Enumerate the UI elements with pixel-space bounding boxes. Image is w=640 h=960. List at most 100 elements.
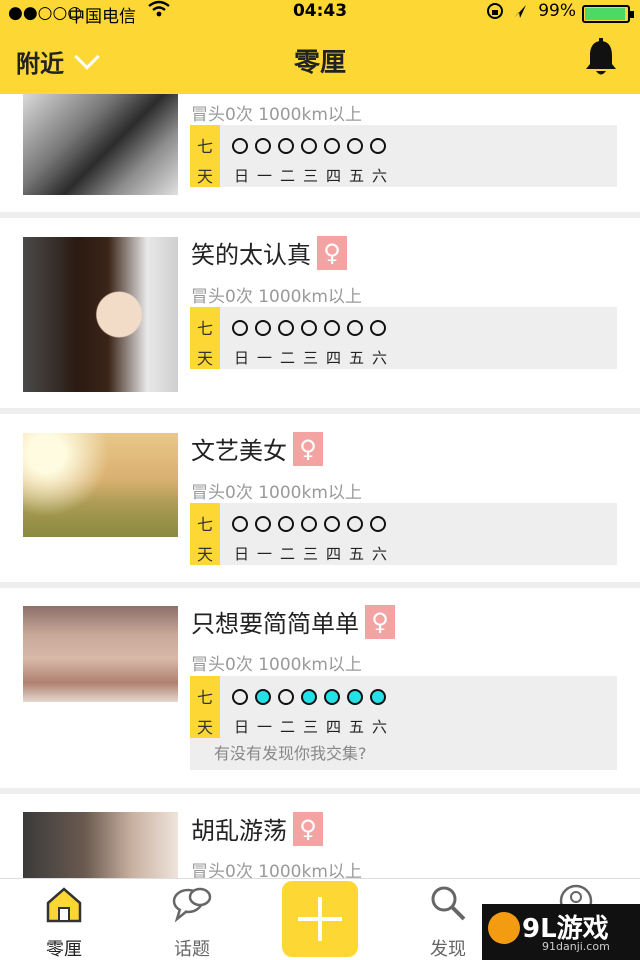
week-activity: 七天 日一二三四五六 xyxy=(190,503,617,565)
inactive-day-dot xyxy=(347,516,363,532)
female-icon: ♀ xyxy=(293,811,323,846)
active-day-dot xyxy=(255,689,271,705)
weekday-label: 二 xyxy=(280,349,296,367)
profile-meta: 冒头0次 1000km以上 xyxy=(191,655,362,675)
profile-meta: 冒头0次 1000km以上 xyxy=(191,483,362,503)
inactive-day-dot xyxy=(370,138,386,154)
header: ●●○○○ 中国电信 04:43 99% 附近 零厘 xyxy=(0,0,640,94)
weekday-label: 四 xyxy=(326,545,342,563)
week-activity: 七天 日一二三四五六 xyxy=(190,125,617,187)
profile-photo[interactable] xyxy=(23,606,178,702)
profile-photo[interactable] xyxy=(23,433,178,537)
weekday-label: 六 xyxy=(372,545,388,563)
weekday-label: 一 xyxy=(257,545,273,563)
weekday-label: 三 xyxy=(303,167,319,185)
profile-name: 胡乱游荡 xyxy=(191,817,287,845)
profile-card[interactable]: 文艺美女 ♀ 冒头0次 1000km以上 七天 日一二三四五六 xyxy=(0,414,640,582)
weekday-label: 二 xyxy=(280,167,296,185)
weekday-label: 五 xyxy=(349,545,365,563)
weekday-label: 四 xyxy=(326,167,342,185)
weekday-labels: 日一二三四五六 xyxy=(234,543,388,564)
inactive-day-dot xyxy=(301,516,317,532)
tab-home[interactable]: 零厘 xyxy=(14,879,114,960)
inactive-day-dot xyxy=(232,138,248,154)
seven-day-tag: 七天 xyxy=(190,125,220,187)
weekday-label: 日 xyxy=(234,545,250,563)
home-icon xyxy=(44,883,84,927)
weekday-label: 二 xyxy=(280,545,296,563)
watermark-logo-icon xyxy=(488,912,520,944)
inactive-day-dot xyxy=(232,320,248,336)
active-day-dot xyxy=(370,689,386,705)
inactive-day-dot xyxy=(324,516,340,532)
inactive-day-dot xyxy=(278,138,294,154)
weekday-label: 日 xyxy=(234,167,250,185)
weekday-labels: 日一二三四五六 xyxy=(234,165,387,186)
plus-icon[interactable] xyxy=(282,881,358,957)
seven-day-tag: 七天 xyxy=(190,307,220,369)
profile-meta: 冒头0次 1000km以上 xyxy=(191,287,362,307)
profile-photo[interactable] xyxy=(23,812,178,878)
inactive-day-dot xyxy=(347,138,363,154)
week-activity: 七天 日一二三四五六 xyxy=(190,676,617,738)
inactive-day-dot xyxy=(370,516,386,532)
inactive-day-dot xyxy=(232,689,248,705)
profile-name: 笑的太认真 xyxy=(191,241,311,269)
profile-name-row: 文艺美女 ♀ xyxy=(191,431,323,466)
profile-name-row: 只想要简简单单 ♀ xyxy=(191,604,395,639)
activity-dots xyxy=(232,320,386,336)
activity-dots xyxy=(232,138,386,154)
profile-card[interactable]: 笑的太认真 ♀ 冒头0次 1000km以上 七天 日一二三四五六 xyxy=(0,218,640,408)
weekday-label: 三 xyxy=(303,349,319,367)
inactive-day-dot xyxy=(324,138,340,154)
bell-icon[interactable] xyxy=(584,38,618,78)
weekday-label: 三 xyxy=(303,545,319,563)
profile-photo[interactable] xyxy=(23,94,178,195)
nav-bar: 附近 零厘 xyxy=(0,24,640,94)
seven-day-tag: 七天 xyxy=(190,503,220,565)
tab-topics[interactable]: 话题 xyxy=(142,879,242,960)
location-arrow-icon xyxy=(486,2,530,24)
inactive-day-dot xyxy=(324,320,340,336)
battery-icon xyxy=(582,5,634,23)
weekday-label: 三 xyxy=(303,718,319,736)
weekday-label: 四 xyxy=(326,718,342,736)
weekday-label: 日 xyxy=(234,718,250,736)
inactive-day-dot xyxy=(370,320,386,336)
weekday-label: 日 xyxy=(234,349,250,367)
active-day-dot xyxy=(347,689,363,705)
female-icon: ♀ xyxy=(365,604,395,639)
active-day-dot xyxy=(301,689,317,705)
profile-name: 只想要简简单单 xyxy=(191,610,359,638)
weekday-label: 五 xyxy=(349,167,365,185)
site-watermark: 9L游戏 91danji.com xyxy=(482,904,640,960)
inactive-day-dot xyxy=(232,516,248,532)
profile-card[interactable]: 只想要简简单单 ♀ 冒头0次 1000km以上 七天 日一二三四五六 有没有发现… xyxy=(0,588,640,788)
weekday-label: 二 xyxy=(280,718,296,736)
profile-name-row: 胡乱游荡 ♀ xyxy=(191,811,323,846)
profile-card[interactable]: 冒头0次 1000km以上 七天 日一二三四五六 xyxy=(0,94,640,212)
page-title: 零厘 xyxy=(293,48,346,78)
seven-day-tag: 七天 xyxy=(190,676,220,738)
battery-percent: 99% xyxy=(538,1,576,21)
activity-dots xyxy=(232,689,386,705)
inactive-day-dot xyxy=(347,320,363,336)
profile-name-row: 笑的太认真 ♀ xyxy=(191,235,347,270)
intersection-hint[interactable]: 有没有发现你我交集? xyxy=(190,738,617,770)
week-activity: 七天 日一二三四五六 xyxy=(190,307,617,369)
inactive-day-dot xyxy=(301,138,317,154)
weekday-label: 一 xyxy=(257,349,273,367)
weekday-labels: 日一二三四五六 xyxy=(234,716,388,737)
tab-label: 零厘 xyxy=(46,939,82,960)
weekday-label: 四 xyxy=(326,349,342,367)
weekday-label: 五 xyxy=(349,718,365,736)
profile-name: 文艺美女 xyxy=(191,437,287,465)
weekday-labels: 日一二三四五六 xyxy=(234,347,388,368)
profile-photo[interactable] xyxy=(23,237,178,392)
watermark-url: 91danji.com xyxy=(542,940,610,953)
search-icon xyxy=(428,883,468,927)
weekday-label: 六 xyxy=(372,718,388,736)
inactive-day-dot xyxy=(255,516,271,532)
weekday-label: 六 xyxy=(372,349,388,367)
inactive-day-dot xyxy=(278,320,294,336)
